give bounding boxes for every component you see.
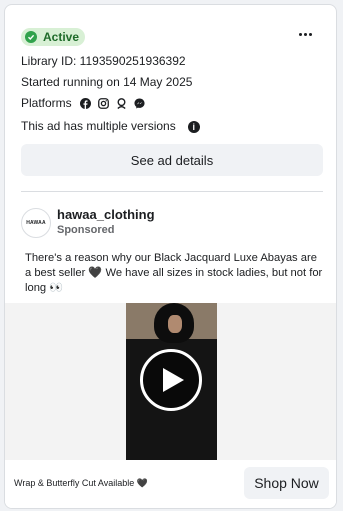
platforms-label: Platforms: [21, 96, 72, 110]
shop-now-button[interactable]: Shop Now: [244, 467, 329, 499]
ad-card: Active Library ID: 1193590251936392 Star…: [4, 4, 337, 509]
library-id: Library ID: 1193590251936392: [21, 54, 186, 68]
ad-footer: Wrap & Butterfly Cut Available 🖤 Shop No…: [5, 460, 336, 508]
video-thumbnail[interactable]: [126, 303, 217, 460]
link-caption: Wrap & Butterfly Cut Available 🖤: [14, 478, 148, 488]
ad-body-text: There's a reason why our Black Jacquard …: [25, 252, 323, 294]
more-options-icon[interactable]: [299, 33, 312, 36]
advertiser-name[interactable]: hawaa_clothing: [57, 207, 155, 222]
info-icon[interactable]: i: [187, 120, 200, 133]
versions-note-text: This ad has multiple versions: [21, 119, 176, 133]
ad-media: [5, 303, 336, 460]
facebook-icon: [79, 97, 91, 109]
avatar-text: HAWAA: [26, 220, 46, 226]
avatar[interactable]: HAWAA: [21, 208, 51, 238]
check-icon: [25, 31, 37, 43]
status-label: Active: [43, 30, 80, 44]
messenger-icon: [134, 97, 145, 109]
status-badge: Active: [21, 28, 86, 46]
instagram-icon: [97, 97, 109, 109]
start-date: Started running on 14 May 2025: [21, 75, 193, 89]
audience-network-icon: [116, 97, 127, 109]
platforms-row: Platforms: [21, 96, 145, 110]
divider: [21, 191, 323, 192]
versions-note: This ad has multiple versions i: [21, 119, 200, 133]
sponsored-label: Sponsored: [57, 224, 115, 236]
see-ad-details-button[interactable]: See ad details: [21, 144, 323, 176]
play-button-icon[interactable]: [140, 349, 202, 411]
